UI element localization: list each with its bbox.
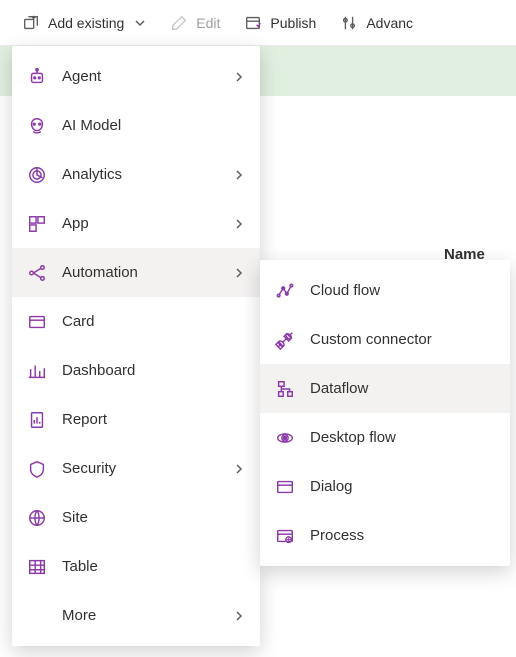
dataflow-icon: [274, 378, 296, 400]
submenu-item-dataflow[interactable]: Dataflow: [260, 364, 510, 413]
menu-item-label: Security: [62, 460, 218, 477]
automation-submenu: Cloud flow Custom connector Dataflow Deskto…: [260, 260, 510, 566]
menu-item-label: Card: [62, 313, 246, 330]
advanced-button[interactable]: Advanc: [330, 8, 423, 38]
submenu-item-cloud-flow[interactable]: Cloud flow: [260, 266, 510, 315]
menu-item-report[interactable]: Report: [12, 395, 260, 444]
edit-icon: [170, 14, 188, 32]
menu-item-table[interactable]: Table: [12, 542, 260, 591]
menu-item-label: Cloud flow: [310, 282, 496, 299]
chevron-right-icon: [232, 462, 246, 476]
dashboard-icon: [26, 360, 48, 382]
automation-icon: [26, 262, 48, 284]
menu-item-security[interactable]: Security: [12, 444, 260, 493]
add-existing-button[interactable]: Add existing: [12, 8, 156, 38]
menu-item-analytics[interactable]: Analytics: [12, 150, 260, 199]
menu-item-more[interactable]: More: [12, 591, 260, 640]
submenu-item-dialog[interactable]: Dialog: [260, 462, 510, 511]
chevron-right-icon: [232, 266, 246, 280]
site-icon: [26, 507, 48, 529]
chevron-right-icon: [232, 217, 246, 231]
menu-item-ai-model[interactable]: AI Model: [12, 101, 260, 150]
app-icon: [26, 213, 48, 235]
publish-icon: [244, 14, 262, 32]
menu-item-automation[interactable]: Automation: [12, 248, 260, 297]
publish-button[interactable]: Publish: [234, 8, 326, 38]
menu-item-label: App: [62, 215, 218, 232]
custom-connector-icon: [274, 329, 296, 351]
command-bar: Add existing Edit Publish Advanc: [0, 0, 516, 46]
chevron-right-icon: [232, 609, 246, 623]
edit-label: Edit: [196, 15, 220, 31]
card-icon: [26, 311, 48, 333]
chevron-right-icon: [232, 168, 246, 182]
menu-item-label: Table: [62, 558, 246, 575]
agent-icon: [26, 66, 48, 88]
sliders-icon: [340, 14, 358, 32]
menu-item-label: Custom connector: [310, 331, 496, 348]
edit-button: Edit: [160, 8, 230, 38]
menu-item-dashboard[interactable]: Dashboard: [12, 346, 260, 395]
menu-item-label: Automation: [62, 264, 218, 281]
menu-item-label: More: [62, 607, 218, 624]
menu-item-label: Dataflow: [310, 380, 496, 397]
menu-item-label: AI Model: [62, 117, 246, 134]
chevron-down-icon: [134, 17, 146, 29]
desktop-flow-icon: [274, 427, 296, 449]
menu-item-label: Process: [310, 527, 496, 544]
menu-item-label: Site: [62, 509, 246, 526]
table-icon: [26, 556, 48, 578]
analytics-icon: [26, 164, 48, 186]
publish-label: Publish: [270, 15, 316, 31]
add-existing-label: Add existing: [48, 15, 124, 31]
report-icon: [26, 409, 48, 431]
menu-item-label: Dashboard: [62, 362, 246, 379]
menu-item-label: Analytics: [62, 166, 218, 183]
menu-item-card[interactable]: Card: [12, 297, 260, 346]
submenu-item-process[interactable]: Process: [260, 511, 510, 560]
menu-item-agent[interactable]: Agent: [12, 52, 260, 101]
process-icon: [274, 525, 296, 547]
cloud-flow-icon: [274, 280, 296, 302]
add-existing-menu: Agent AI Model Analytics App Automation Card D…: [12, 46, 260, 646]
submenu-item-desktop-flow[interactable]: Desktop flow: [260, 413, 510, 462]
menu-item-site[interactable]: Site: [12, 493, 260, 542]
submenu-item-custom-connector[interactable]: Custom connector: [260, 315, 510, 364]
dialog-icon: [274, 476, 296, 498]
add-existing-icon: [22, 14, 40, 32]
advanced-label: Advanc: [366, 15, 413, 31]
ai-model-icon: [26, 115, 48, 137]
menu-item-app[interactable]: App: [12, 199, 260, 248]
menu-item-label: Report: [62, 411, 246, 428]
security-icon: [26, 458, 48, 480]
menu-item-label: Desktop flow: [310, 429, 496, 446]
menu-item-label: Agent: [62, 68, 218, 85]
menu-item-label: Dialog: [310, 478, 496, 495]
chevron-right-icon: [232, 70, 246, 84]
